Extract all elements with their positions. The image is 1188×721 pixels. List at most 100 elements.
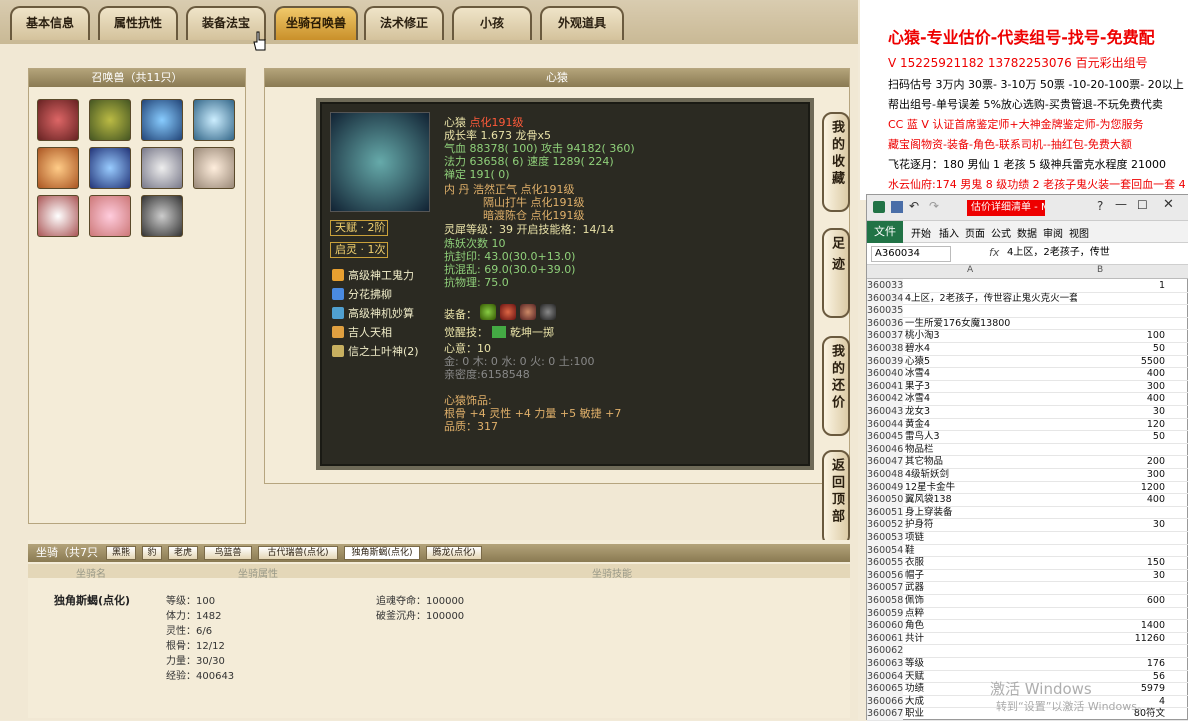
ribbon-layout[interactable]: 页面 xyxy=(965,225,985,240)
sheet-row[interactable]: 360033 1 xyxy=(867,279,1188,293)
cell-b[interactable]: 50 xyxy=(1077,430,1165,443)
sheet-row[interactable]: 360037 桃小淘3 100 xyxy=(867,329,1188,343)
cell-a[interactable]: 帽子 xyxy=(905,569,1077,582)
sheet-row[interactable]: 360053 项链 xyxy=(867,531,1188,545)
cell-a[interactable]: 项链 xyxy=(905,531,1077,544)
pet-avatar-6[interactable] xyxy=(89,147,131,189)
cell-a[interactable]: 碧水4 xyxy=(905,342,1077,355)
tab-basic-info[interactable]: 基本信息 xyxy=(10,6,90,40)
mount-tab-5[interactable]: 古代瑞兽(点化) xyxy=(258,546,338,560)
sheet-row[interactable]: 360052 护身符 30 xyxy=(867,518,1188,532)
ribbon-review[interactable]: 审阅 xyxy=(1043,225,1063,240)
cell-a[interactable]: 共计 xyxy=(905,632,1077,645)
cell-b[interactable]: 400 xyxy=(1077,392,1165,405)
cell-a[interactable]: 身上穿装备 xyxy=(905,506,1077,519)
mount-tab-1[interactable]: 黑熊 xyxy=(106,546,136,560)
cell-b[interactable]: 400 xyxy=(1077,493,1165,506)
equip-slot-4[interactable] xyxy=(540,304,556,320)
sheet-row[interactable]: 360063 等级 176 xyxy=(867,657,1188,671)
tab-appearance[interactable]: 外观道具 xyxy=(540,6,624,40)
cell-a[interactable]: 鞋 xyxy=(905,544,1077,557)
sheet-row[interactable]: 360051 身上穿装备 xyxy=(867,505,1188,520)
tab-spell-fix[interactable]: 法术修正 xyxy=(364,6,444,40)
mount-tab-4[interactable]: 鸟篮兽 xyxy=(204,546,252,560)
mount-tab-2[interactable]: 豹 xyxy=(142,546,162,560)
cell-b[interactable]: 1 xyxy=(1077,279,1165,292)
skill-2[interactable]: 分花拂柳 xyxy=(332,286,392,302)
sheet-row[interactable]: 360046 物品栏 xyxy=(867,442,1188,457)
cell-b[interactable]: 1400 xyxy=(1077,619,1165,632)
sheet-row[interactable]: 360045 雷鸟人3 50 xyxy=(867,430,1188,444)
cell-b[interactable]: 100 xyxy=(1077,329,1165,342)
sheet-row[interactable]: 360054 鞋 xyxy=(867,543,1188,558)
side-tab-back-top[interactable]: 返回顶部 xyxy=(822,450,850,546)
cell-a[interactable]: 等级 xyxy=(905,657,1077,670)
mount-tab-7[interactable]: 腾龙(点化) xyxy=(426,546,482,560)
cell-a[interactable]: 心猿5 xyxy=(905,355,1077,368)
sheet-row[interactable]: 360060 角色 1400 xyxy=(867,619,1188,633)
mount-tab-6[interactable]: 独角斯蝎(点化) xyxy=(344,546,420,560)
tab-child[interactable]: 小孩 xyxy=(452,6,532,40)
cell-b[interactable]: 11260 xyxy=(1077,632,1165,645)
ribbon-insert[interactable]: 插入 xyxy=(939,225,959,240)
sheet-row[interactable]: 360059 点粹 xyxy=(867,606,1188,621)
ribbon-data[interactable]: 数据 xyxy=(1017,225,1037,240)
skill-1[interactable]: 高级神工鬼力 xyxy=(332,267,414,283)
sheet-row[interactable]: 360038 碧水4 50 xyxy=(867,342,1188,356)
sheet-row[interactable]: 360044 黄金4 120 xyxy=(867,417,1188,432)
side-tab-footprint[interactable]: 足迹 xyxy=(822,228,850,318)
equip-slot-2[interactable] xyxy=(500,304,516,320)
function-icon[interactable]: fx xyxy=(989,246,999,259)
cell-b[interactable]: 600 xyxy=(1077,594,1165,607)
cell-a[interactable]: 冰雪4 xyxy=(905,367,1077,380)
side-tab-favorites[interactable]: 我的收藏 xyxy=(822,112,850,212)
cell-a[interactable]: 武器 xyxy=(905,581,1077,594)
cell-a[interactable]: 护身符 xyxy=(905,518,1077,531)
sheet-row[interactable]: 360049 12星卡金牛 1200 xyxy=(867,480,1188,495)
equip-slot-3[interactable] xyxy=(520,304,536,320)
sheet-row[interactable]: 360043 龙女3 30 xyxy=(867,405,1188,419)
name-box[interactable]: A360034 xyxy=(871,246,951,262)
skill-4[interactable]: 吉人天相 xyxy=(332,324,392,340)
cell-a[interactable]: 4级斩妖剑 xyxy=(905,468,1077,481)
cell-a[interactable]: 黄金4 xyxy=(905,418,1077,431)
tab-attributes[interactable]: 属性抗性 xyxy=(98,6,178,40)
pet-avatar-5[interactable] xyxy=(37,147,79,189)
pet-avatar-2[interactable] xyxy=(89,99,131,141)
cell-a[interactable]: 物品栏 xyxy=(905,443,1077,456)
equip-slot-1[interactable] xyxy=(480,304,496,320)
cell-b[interactable]: 150 xyxy=(1077,556,1165,569)
sheet-row[interactable]: 360041 果子3 300 xyxy=(867,379,1188,394)
undo-icon[interactable]: ↶ xyxy=(909,199,919,213)
mount-tab-3[interactable]: 老虎 xyxy=(168,546,198,560)
skill-3[interactable]: 高级神机妙算 xyxy=(332,305,414,321)
cell-a[interactable]: 衣服 xyxy=(905,556,1077,569)
close-icon[interactable]: ✕ xyxy=(1163,197,1174,212)
cell-a[interactable]: 龙女3 xyxy=(905,405,1077,418)
minimize-icon[interactable]: — xyxy=(1115,197,1127,211)
sheet-row[interactable]: 360035 xyxy=(867,304,1188,318)
cell-b[interactable]: 120 xyxy=(1077,418,1165,431)
cell-a[interactable]: 翼风袋138 xyxy=(905,493,1077,506)
sheet-row[interactable]: 360061 共计 11260 xyxy=(867,631,1188,646)
col-b-header[interactable]: B xyxy=(1097,265,1103,275)
cell-b[interactable]: 176 xyxy=(1077,657,1165,670)
sheet-row[interactable]: 3600344上区，2老孩子，传世容止鬼火克火一套，回血装备一套， xyxy=(867,291,1188,306)
cell-a[interactable]: 4上区，2老孩子，传世容止鬼火克火一套，回血装备一套， xyxy=(905,292,1077,305)
sheet-row[interactable]: 360036 一生所爱176女魔13800 xyxy=(867,316,1188,331)
pet-avatar-4[interactable] xyxy=(193,99,235,141)
cell-a[interactable]: 12星卡金牛 xyxy=(905,481,1077,494)
col-a-header[interactable]: A xyxy=(967,265,973,275)
pet-avatar-1[interactable] xyxy=(37,99,79,141)
cell-b[interactable]: 50 xyxy=(1077,342,1165,355)
redo-icon[interactable]: ↷ xyxy=(929,199,939,213)
skill-5[interactable]: 信之土叶神(2) xyxy=(332,343,419,359)
pet-avatar-7[interactable] xyxy=(141,147,183,189)
help-icon[interactable]: ? xyxy=(1097,199,1103,213)
sheet-row[interactable]: 360055 衣服 150 xyxy=(867,556,1188,570)
sheet-row[interactable]: 360039 心猿5 5500 xyxy=(867,354,1188,369)
cell-a[interactable]: 其它物品 xyxy=(905,455,1077,468)
cell-b[interactable]: 30 xyxy=(1077,405,1165,418)
ribbon-formula[interactable]: 公式 xyxy=(991,225,1011,240)
pet-avatar-11[interactable] xyxy=(141,195,183,237)
